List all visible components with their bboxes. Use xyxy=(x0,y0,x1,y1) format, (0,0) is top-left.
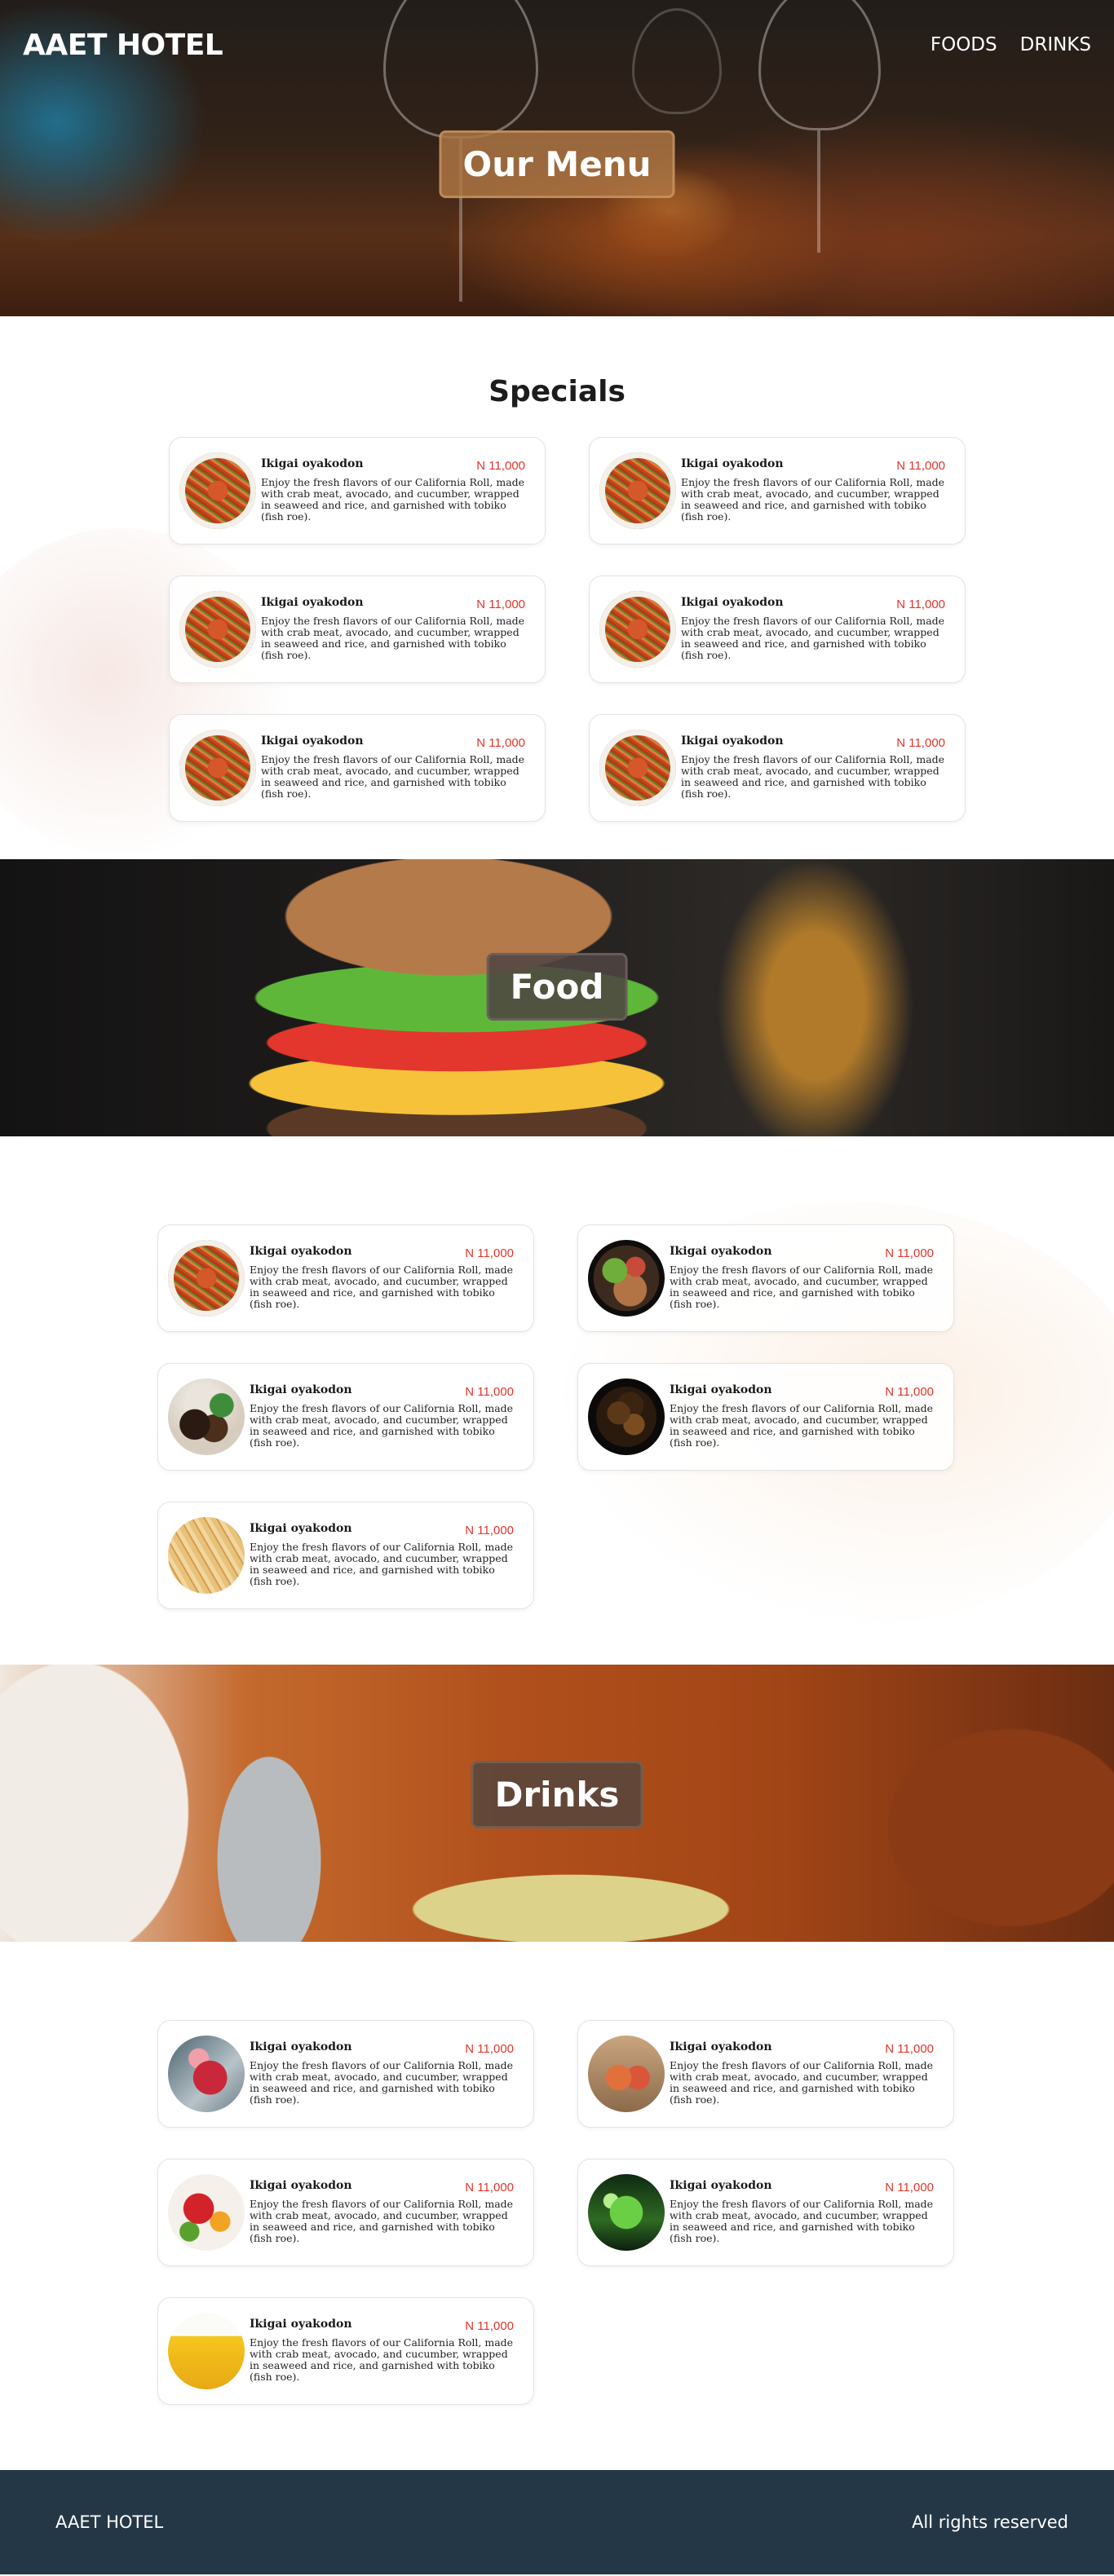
menu-item-description: Enjoy the fresh flavors of our Californi… xyxy=(681,476,945,523)
menu-item-price: N 11,000 xyxy=(465,2181,514,2194)
menu-item-description: Enjoy the fresh flavors of our Californi… xyxy=(261,615,525,661)
menu-card[interactable]: Ikigai oyakodon N 11,000 Enjoy the fresh… xyxy=(169,714,546,822)
menu-item-price: N 11,000 xyxy=(465,1246,514,1260)
footer-copyright: All rights reserved xyxy=(912,2512,1068,2532)
menu-item-price: N 11,000 xyxy=(465,2319,514,2333)
menu-item-description: Enjoy the fresh flavors of our Californi… xyxy=(670,2059,934,2106)
specials-grid: Ikigai oyakodon N 11,000 Enjoy the fresh… xyxy=(169,437,966,822)
menu-item-price: N 11,000 xyxy=(476,598,525,611)
drinks-banner-title: Drinks xyxy=(471,1761,643,1828)
orange-drink-image xyxy=(588,2036,665,2112)
menu-item-description: Enjoy the fresh flavors of our Californi… xyxy=(670,2198,934,2244)
menu-card[interactable]: Ikigai oyakodon N 11,000 Enjoy the fresh… xyxy=(169,437,546,545)
specials-section: Specials Ikigai oyakodon N 11,000 Enjoy … xyxy=(0,316,1114,859)
drinks-grid: Ikigai oyakodon N 11,000 Enjoy the fresh… xyxy=(157,2020,954,2405)
menu-item-price: N 11,000 xyxy=(896,736,945,750)
menu-card[interactable]: Ikigai oyakodon N 11,000 Enjoy the fresh… xyxy=(157,1363,534,1471)
menu-item-description: Enjoy the fresh flavors of our Californi… xyxy=(250,1264,514,1310)
menu-item-description: Enjoy the fresh flavors of our Californi… xyxy=(670,1402,934,1449)
brand-logo[interactable]: AAET HOTEL xyxy=(23,29,223,62)
footer: AAET HOTEL All rights reserved xyxy=(0,2470,1114,2574)
menu-item-price: N 11,000 xyxy=(885,1246,934,1260)
food-banner-title: Food xyxy=(486,953,628,1021)
menu-item-price: N 11,000 xyxy=(476,736,525,750)
menu-card[interactable]: Ikigai oyakodon N 11,000 Enjoy the fresh… xyxy=(589,714,966,822)
menu-card[interactable]: Ikigai oyakodon N 11,000 Enjoy the fresh… xyxy=(589,437,966,545)
drinks-banner: Drinks xyxy=(0,1665,1114,1942)
green-drink-image xyxy=(588,2174,665,2251)
beef-dish-image xyxy=(588,1378,665,1455)
menu-card[interactable]: Ikigai oyakodon N 11,000 Enjoy the fresh… xyxy=(157,2159,534,2266)
nav-link-foods[interactable]: FOODS xyxy=(931,34,997,55)
drinks-section: Ikigai oyakodon N 11,000 Enjoy the fresh… xyxy=(0,1942,1114,2470)
menu-item-price: N 11,000 xyxy=(476,459,525,473)
menu-item-description: Enjoy the fresh flavors of our Californi… xyxy=(250,2336,514,2383)
nav-links: FOODS DRINKS xyxy=(931,34,1091,55)
pasta-dish-image xyxy=(168,1517,245,1594)
menu-card[interactable]: Ikigai oyakodon N 11,000 Enjoy the fresh… xyxy=(157,2020,534,2128)
yellow-drink-image xyxy=(168,2313,245,2389)
salad-dish-image xyxy=(588,1240,665,1317)
menu-card[interactable]: Ikigai oyakodon N 11,000 Enjoy the fresh… xyxy=(169,576,546,683)
food-banner: Food xyxy=(0,859,1114,1136)
menu-card[interactable]: Ikigai oyakodon N 11,000 Enjoy the fresh… xyxy=(577,2159,954,2266)
noodle-dish-image xyxy=(599,452,676,529)
menu-item-description: Enjoy the fresh flavors of our Californi… xyxy=(250,1541,514,1587)
noodle-dish-image xyxy=(179,591,256,668)
menu-item-description: Enjoy the fresh flavors of our Californi… xyxy=(261,753,525,800)
noodle-dish-image xyxy=(599,730,676,806)
noodle-dish-image xyxy=(168,1240,245,1317)
menu-item-price: N 11,000 xyxy=(465,1524,514,1537)
menu-item-price: N 11,000 xyxy=(885,2181,934,2194)
menu-item-description: Enjoy the fresh flavors of our Californi… xyxy=(681,615,945,661)
menu-item-description: Enjoy the fresh flavors of our Californi… xyxy=(250,1402,514,1449)
noodle-dish-image xyxy=(179,452,256,529)
menu-item-description: Enjoy the fresh flavors of our Californi… xyxy=(250,2198,514,2244)
noodle-dish-image xyxy=(179,730,256,806)
footer-brand[interactable]: AAET HOTEL xyxy=(55,2512,163,2532)
menu-item-description: Enjoy the fresh flavors of our Californi… xyxy=(681,753,945,800)
page-title: Our Menu xyxy=(439,130,675,198)
menu-item-price: N 11,000 xyxy=(896,598,945,611)
menu-card[interactable]: Ikigai oyakodon N 11,000 Enjoy the fresh… xyxy=(577,1363,954,1471)
sangria-drink-image xyxy=(168,2174,245,2251)
red-drink-image xyxy=(168,2036,245,2112)
specials-heading: Specials xyxy=(488,375,626,408)
menu-item-price: N 11,000 xyxy=(896,459,945,473)
hero-section: AAET HOTEL FOODS DRINKS Our Menu xyxy=(0,0,1114,316)
menu-item-price: N 11,000 xyxy=(465,1385,514,1399)
menu-item-price: N 11,000 xyxy=(465,2042,514,2056)
menu-card[interactable]: Ikigai oyakodon N 11,000 Enjoy the fresh… xyxy=(577,2020,954,2128)
noodle-dish-image xyxy=(599,591,676,668)
food-section: Ikigai oyakodon N 11,000 Enjoy the fresh… xyxy=(0,1136,1114,1665)
menu-item-price: N 11,000 xyxy=(885,2042,934,2056)
menu-card[interactable]: Ikigai oyakodon N 11,000 Enjoy the fresh… xyxy=(157,1502,534,1609)
menu-card[interactable]: Ikigai oyakodon N 11,000 Enjoy the fresh… xyxy=(577,1224,954,1332)
food-grid: Ikigai oyakodon N 11,000 Enjoy the fresh… xyxy=(157,1224,954,1609)
menu-item-description: Enjoy the fresh flavors of our Californi… xyxy=(670,1264,934,1310)
top-navigation: AAET HOTEL FOODS DRINKS xyxy=(0,0,1114,90)
menu-item-description: Enjoy the fresh flavors of our Californi… xyxy=(261,476,525,523)
nav-link-drinks[interactable]: DRINKS xyxy=(1020,34,1091,55)
glass-stem-image xyxy=(817,130,820,253)
menu-card[interactable]: Ikigai oyakodon N 11,000 Enjoy the fresh… xyxy=(157,1224,534,1332)
meat-dish-image xyxy=(168,1378,245,1455)
menu-item-price: N 11,000 xyxy=(885,1385,934,1399)
menu-item-description: Enjoy the fresh flavors of our Californi… xyxy=(250,2059,514,2106)
menu-card[interactable]: Ikigai oyakodon N 11,000 Enjoy the fresh… xyxy=(589,576,966,683)
menu-card[interactable]: Ikigai oyakodon N 11,000 Enjoy the fresh… xyxy=(157,2297,534,2405)
